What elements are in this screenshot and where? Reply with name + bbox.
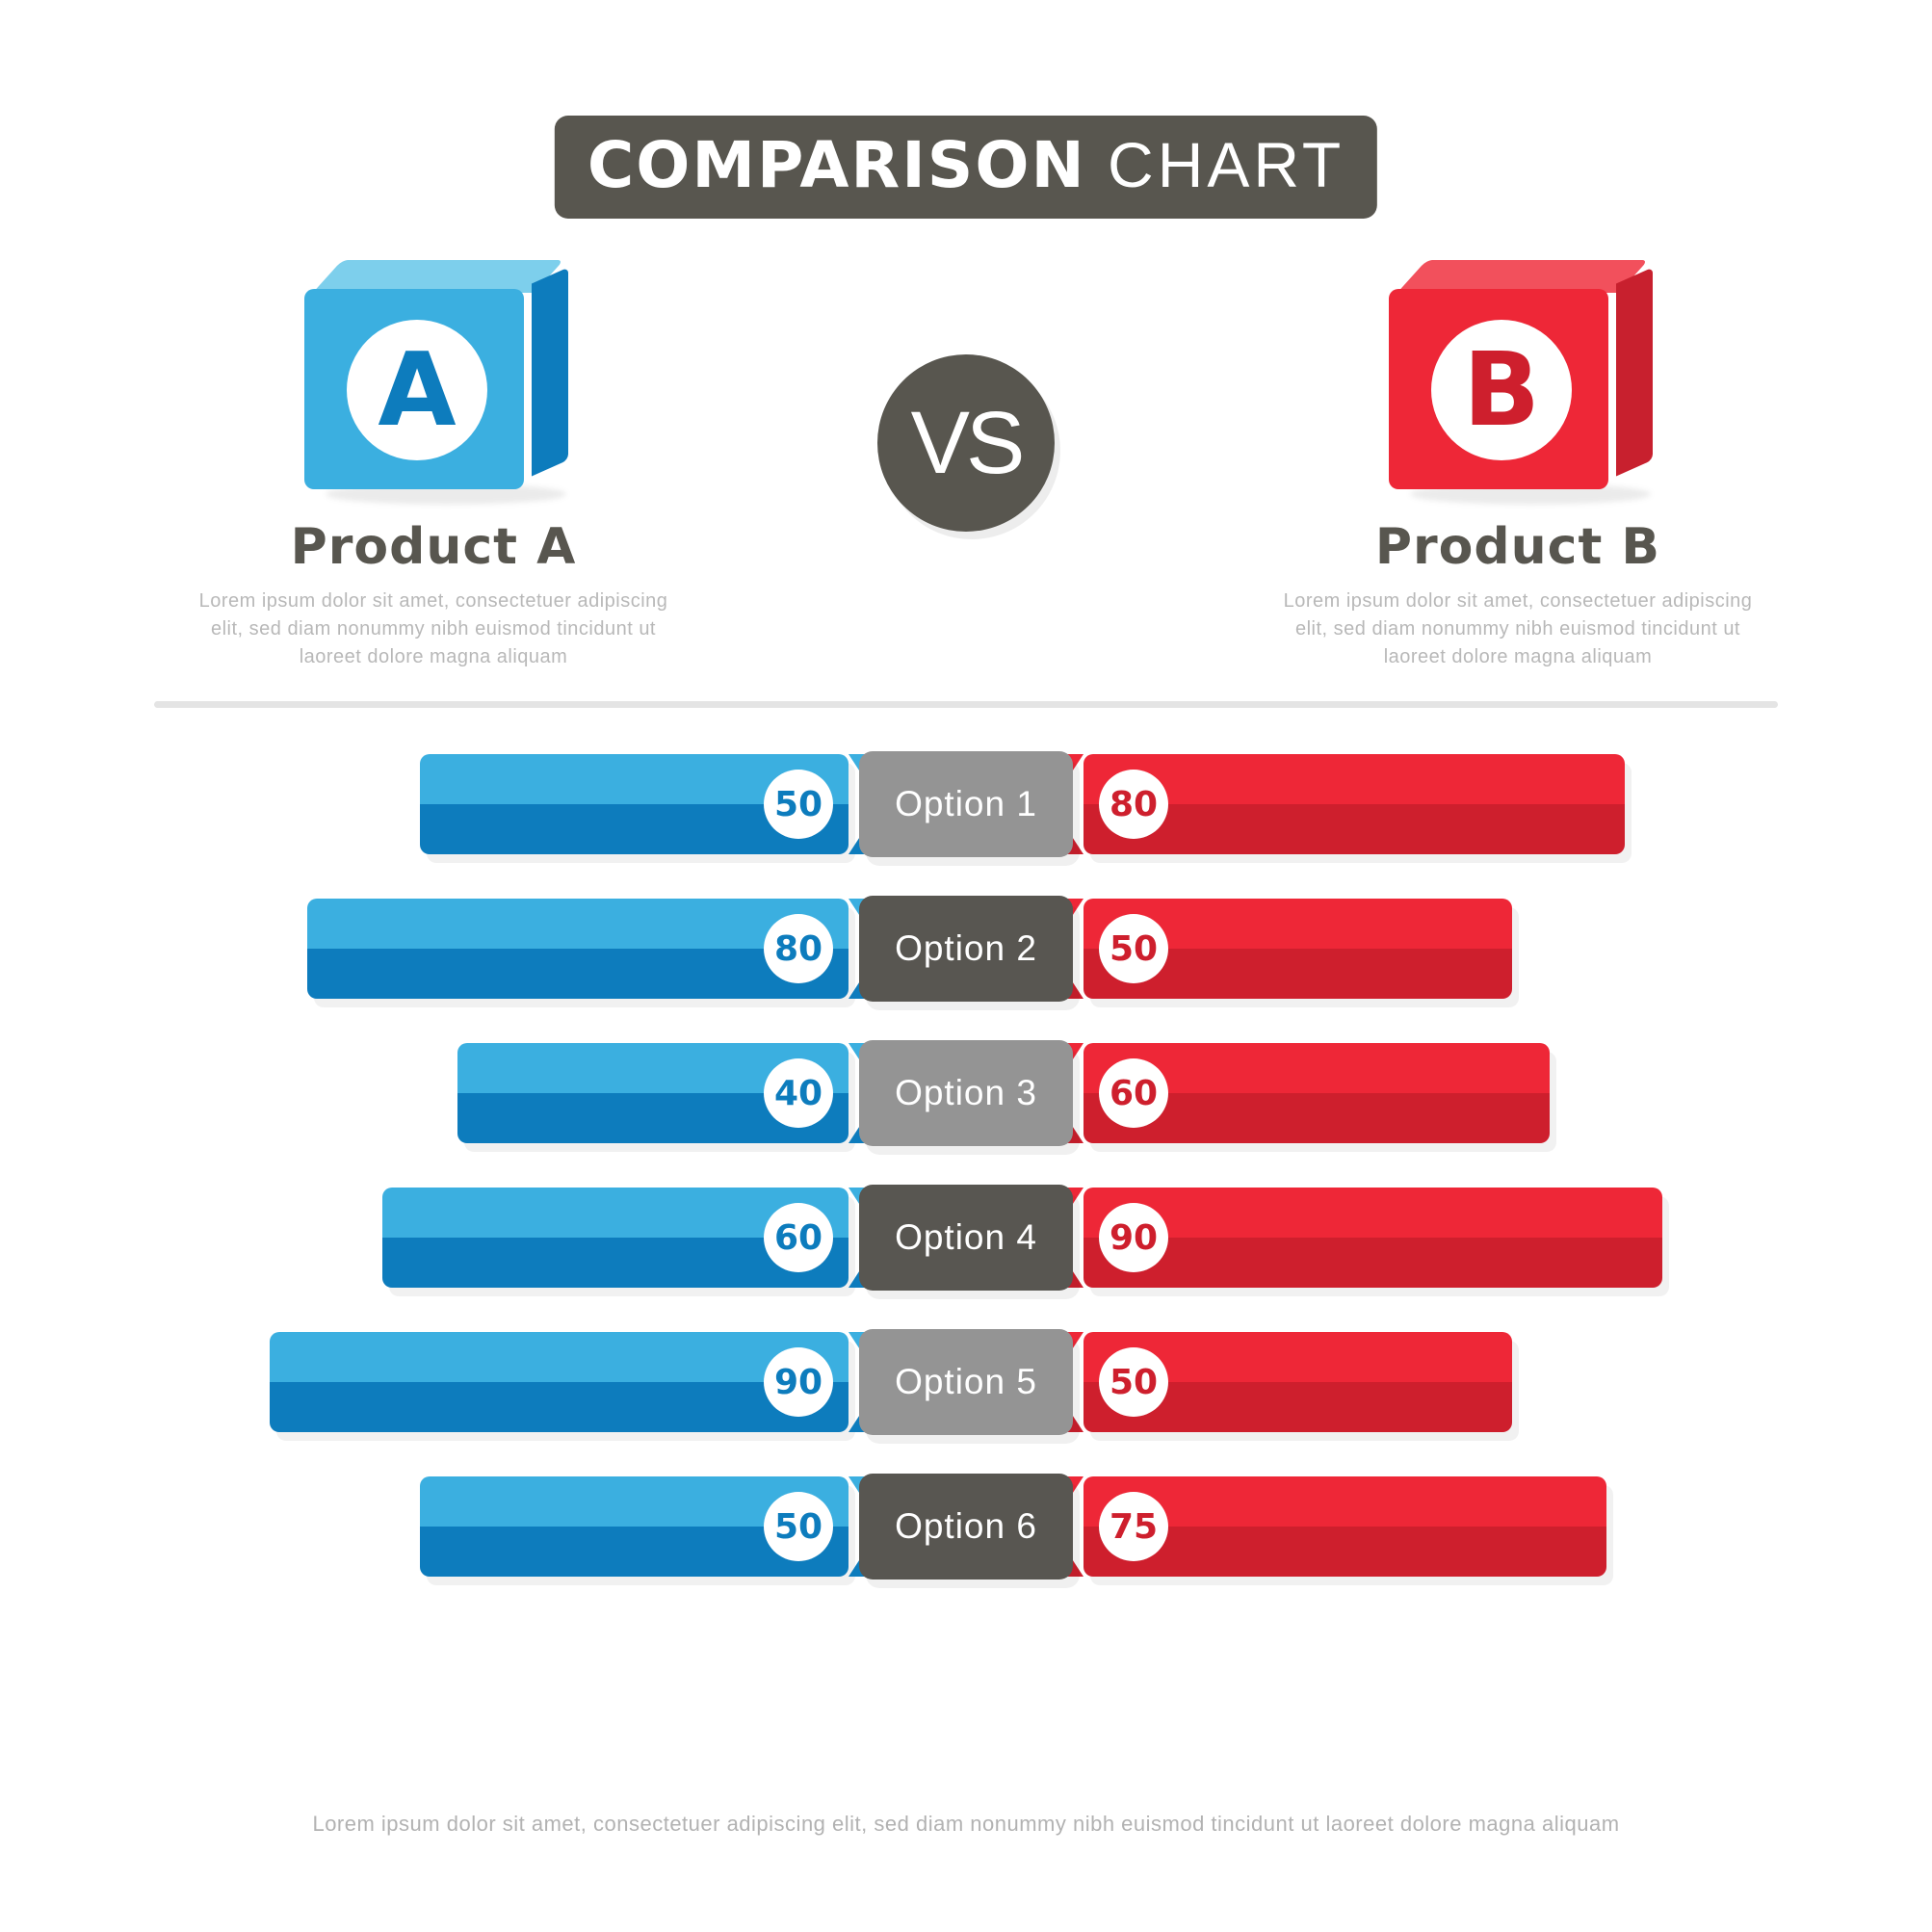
product-b-letter: B: [1462, 330, 1541, 449]
product-a-value-badge: 80: [764, 914, 833, 983]
product-b-bar[interactable]: 60: [1051, 1043, 1550, 1143]
versus-badge: VS: [877, 354, 1055, 532]
option-label-pill[interactable]: Option 1: [859, 751, 1073, 857]
product-b-bar[interactable]: 80: [1051, 754, 1625, 854]
section-divider: [154, 701, 1778, 708]
product-a-value-badge: 40: [764, 1058, 833, 1128]
footer-note: Lorem ipsum dolor sit amet, consectetuer…: [312, 1812, 1620, 1836]
product-a-description: Lorem ipsum dolor sit amet, consectetuer…: [198, 590, 668, 667]
option-label-pill[interactable]: Option 6: [859, 1474, 1073, 1580]
product-b-bar[interactable]: 50: [1051, 899, 1512, 999]
comparison-row: 50 Option 6 75: [0, 1454, 1932, 1599]
cube-top-face: [1397, 260, 1649, 293]
product-b-value-badge: 80: [1099, 770, 1168, 839]
option-label-text: Option 4: [895, 1217, 1037, 1257]
product-b-bar-container: 75: [1051, 1476, 1606, 1577]
product-a-bar[interactable]: 50: [420, 754, 881, 854]
option-label-text: Option 6: [895, 1506, 1037, 1546]
cube-side-face: [1616, 267, 1653, 477]
cube-top-face: [312, 260, 564, 293]
option-label-text: Option 1: [895, 784, 1037, 823]
bar-top-half: [1083, 1188, 1662, 1238]
bar-top-half: [270, 1332, 849, 1382]
product-b-cube-icon: B: [1383, 260, 1653, 505]
product-a-bar-container: 50: [420, 754, 881, 854]
product-a-letter: A: [378, 330, 457, 449]
option-label-pill[interactable]: Option 2: [859, 896, 1073, 1002]
product-a-bar-container: 90: [270, 1332, 881, 1432]
page-title-light: CHART: [1108, 129, 1345, 200]
product-a-value-badge: 90: [764, 1347, 833, 1417]
comparison-row: 50 Option 1 80: [0, 732, 1932, 876]
comparison-rows: 50 Option 1 80 80 Option 2 50 40 Option 3 60 60 Op…: [0, 732, 1932, 1599]
option-label-text: Option 2: [895, 928, 1037, 968]
product-a-value-badge: 50: [764, 770, 833, 839]
product-b-bar[interactable]: 90: [1051, 1188, 1662, 1288]
product-b-value-badge: 50: [1099, 1347, 1168, 1417]
product-a-value-badge: 50: [764, 1492, 833, 1561]
versus-label: VS: [910, 394, 1026, 492]
product-b-name: Product B: [1374, 518, 1661, 576]
product-a-cube-icon: A: [299, 260, 568, 505]
cube-circle-badge: A: [347, 320, 487, 460]
comparison-row: 40 Option 3 60: [0, 1021, 1932, 1165]
product-b-value-badge: 90: [1099, 1203, 1168, 1272]
product-a-name: Product A: [290, 518, 577, 576]
product-b-block: B Product B Lorem ipsum dolor sit amet, …: [1248, 260, 1788, 671]
product-b-value-badge: 60: [1099, 1058, 1168, 1128]
product-a-bar[interactable]: 50: [420, 1476, 881, 1577]
product-b-description: Lorem ipsum dolor sit amet, consectetuer…: [1283, 590, 1753, 667]
comparison-row: 80 Option 2 50: [0, 876, 1932, 1021]
option-label-pill[interactable]: Option 5: [859, 1329, 1073, 1435]
product-b-bar[interactable]: 75: [1051, 1476, 1606, 1577]
infographic-canvas: COMPARISON CHART A Product A Lorem ipsum…: [0, 0, 1932, 1932]
product-b-bar-container: 90: [1051, 1188, 1662, 1288]
cube-side-face: [532, 267, 568, 477]
option-label-text: Option 5: [895, 1362, 1037, 1401]
product-b-bar-container: 80: [1051, 754, 1625, 854]
comparison-row: 60 Option 4 90: [0, 1165, 1932, 1310]
product-b-value-badge: 75: [1099, 1492, 1168, 1561]
page-title-strong: COMPARISON: [587, 128, 1086, 202]
product-a-bar-container: 40: [457, 1043, 881, 1143]
product-a-bar[interactable]: 40: [457, 1043, 881, 1143]
option-label-pill[interactable]: Option 4: [859, 1185, 1073, 1291]
product-a-bar-container: 60: [382, 1188, 881, 1288]
bar-bottom-half: [1083, 1238, 1662, 1288]
comparison-row: 90 Option 5 50: [0, 1310, 1932, 1454]
product-a-value-badge: 60: [764, 1203, 833, 1272]
product-b-bar[interactable]: 50: [1051, 1332, 1512, 1432]
product-a-bar-container: 80: [307, 899, 881, 999]
product-a-block: A Product A Lorem ipsum dolor sit amet, …: [164, 260, 703, 671]
product-b-bar-container: 50: [1051, 899, 1512, 999]
cube-circle-badge: B: [1431, 320, 1572, 460]
option-label-pill[interactable]: Option 3: [859, 1040, 1073, 1146]
product-b-bar-container: 60: [1051, 1043, 1550, 1143]
product-a-bar[interactable]: 80: [307, 899, 881, 999]
product-a-bar-container: 50: [420, 1476, 881, 1577]
page-title-banner: COMPARISON CHART: [554, 116, 1378, 219]
product-a-bar[interactable]: 90: [270, 1332, 881, 1432]
product-a-bar[interactable]: 60: [382, 1188, 881, 1288]
bar-bottom-half: [270, 1382, 849, 1432]
product-b-value-badge: 50: [1099, 914, 1168, 983]
option-label-text: Option 3: [895, 1073, 1037, 1112]
product-b-bar-container: 50: [1051, 1332, 1512, 1432]
